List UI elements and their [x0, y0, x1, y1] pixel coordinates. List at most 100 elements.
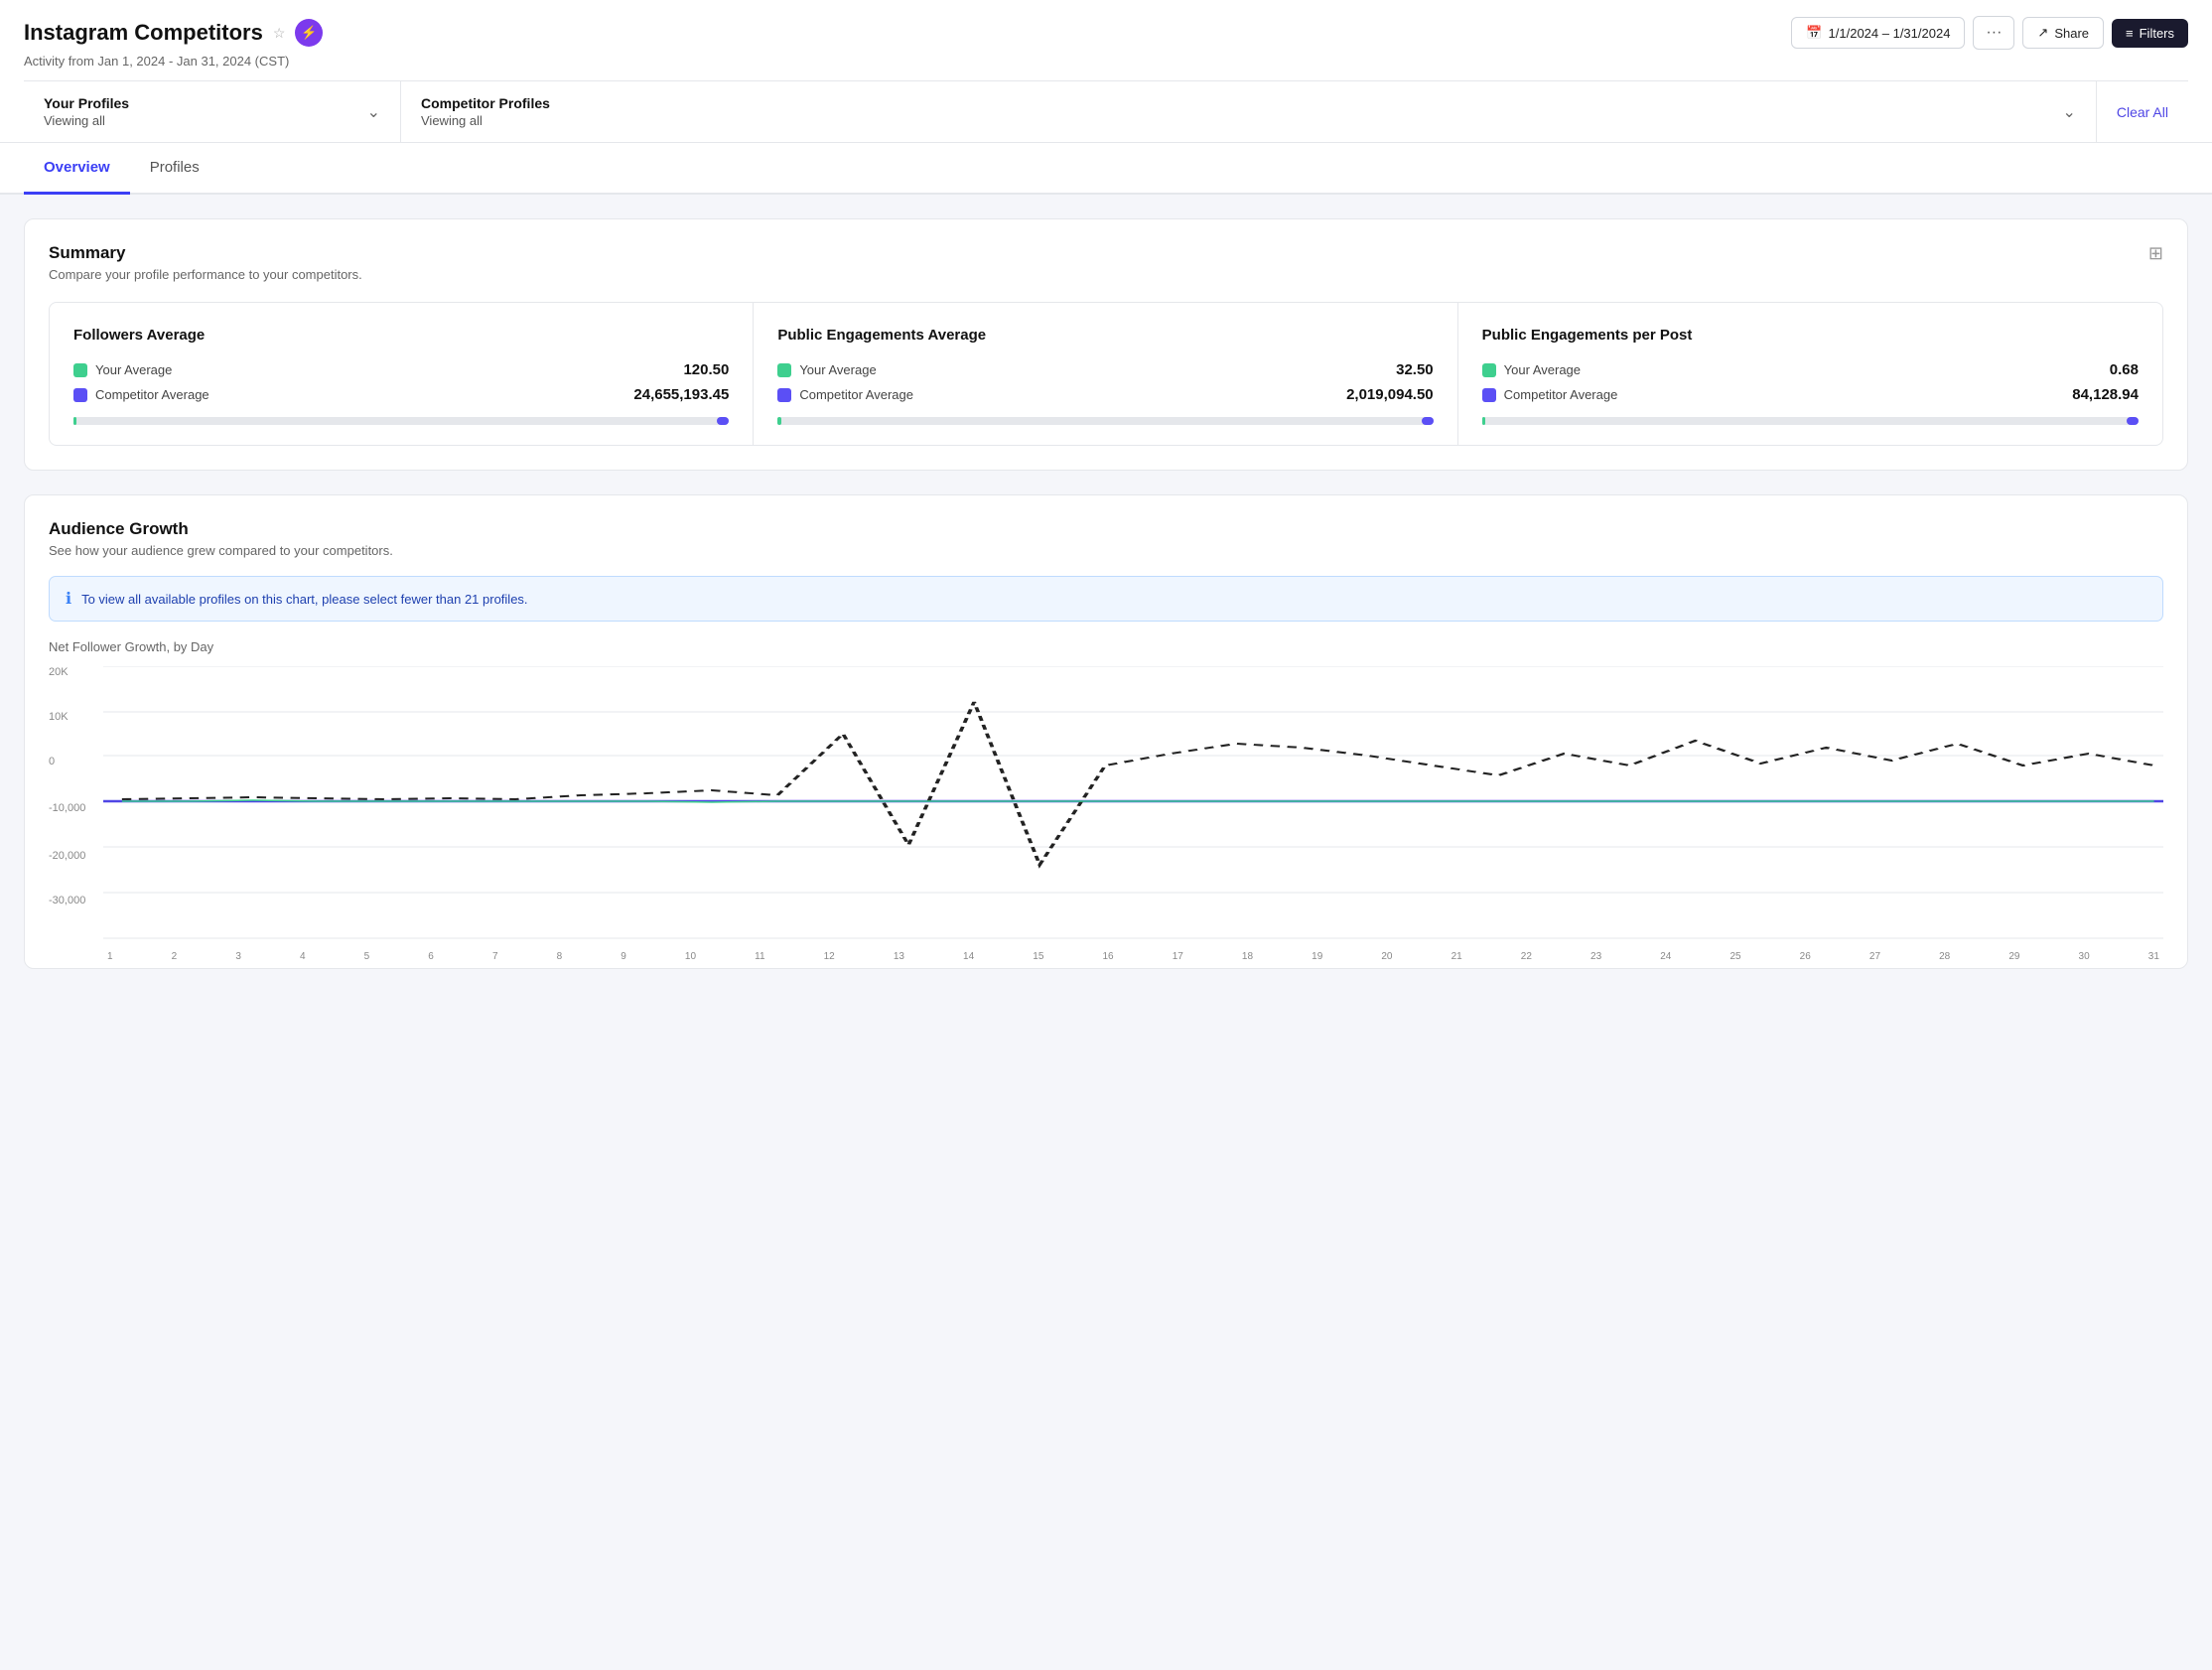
x-label: 26 — [1800, 951, 1811, 962]
engagements-progress-bar — [777, 417, 1433, 425]
chevron-down-icon: ⌄ — [367, 102, 380, 122]
line-chart-svg — [103, 666, 2163, 944]
summary-card-header: Summary Compare your profile performance… — [49, 243, 2163, 282]
x-label: 25 — [1729, 951, 1740, 962]
x-label: 7 — [492, 951, 498, 962]
your-profiles-sub: Viewing all — [44, 113, 129, 128]
summary-card: Summary Compare your profile performance… — [24, 218, 2188, 471]
x-label: 22 — [1521, 951, 1532, 962]
x-label: 29 — [2008, 951, 2019, 962]
engagements-comp-value: 2,019,094.50 — [1346, 386, 1434, 403]
x-label: 16 — [1102, 951, 1113, 962]
x-label: 28 — [1939, 951, 1950, 962]
x-label: 15 — [1033, 951, 1043, 962]
epp-your-dot — [1482, 363, 1496, 377]
your-average-dot — [73, 363, 87, 377]
followers-average-cell: Followers Average Your Average 120.50 Co… — [50, 303, 754, 445]
x-label: 17 — [1173, 951, 1183, 962]
clear-all-link[interactable]: Clear All — [2097, 90, 2188, 134]
x-label: 31 — [2148, 951, 2159, 962]
y-label-neg10k: -10,000 — [49, 802, 85, 814]
your-profiles-label: Your Profiles — [44, 95, 129, 111]
eng-per-post-comp-value: 84,128.94 — [2072, 386, 2139, 403]
your-profiles-filter[interactable]: Your Profiles Viewing all ⌄ — [24, 81, 401, 142]
competitor-profiles-sub: Viewing all — [421, 113, 550, 128]
x-label: 6 — [428, 951, 434, 962]
y-label-10k: 10K — [49, 711, 69, 723]
x-label: 4 — [300, 951, 306, 962]
engagements-average-cell: Public Engagements Average Your Average … — [754, 303, 1457, 445]
x-label: 23 — [1590, 951, 1601, 962]
followers-your-row: Your Average 120.50 — [73, 361, 729, 378]
page-title: Instagram Competitors — [24, 20, 263, 46]
eng-per-post-comp-row: Competitor Average 84,128.94 — [1482, 386, 2139, 403]
tab-overview[interactable]: Overview — [24, 143, 130, 195]
eng-per-post-your-row: Your Average 0.68 — [1482, 361, 2139, 378]
filters-button[interactable]: ≡ Filters — [2112, 19, 2188, 48]
filter-bar: Your Profiles Viewing all ⌄ Competitor P… — [24, 80, 2188, 142]
x-label: 12 — [824, 951, 835, 962]
x-label: 2 — [172, 951, 178, 962]
page-header: Instagram Competitors ☆ ⚡ 📅 1/1/2024 – 1… — [0, 0, 2212, 143]
y-label-neg20k: -20,000 — [49, 850, 85, 862]
share-icon: ↗ — [2037, 25, 2048, 41]
x-label: 30 — [2079, 951, 2090, 962]
calendar-icon: 📅 — [1806, 25, 1822, 41]
competitor-profiles-filter[interactable]: Competitor Profiles Viewing all ⌄ — [401, 81, 2097, 142]
x-label: 27 — [1869, 951, 1880, 962]
x-label: 18 — [1242, 951, 1253, 962]
y-axis: 20K 10K 0 -10,000 -20,000 -30,000 — [49, 666, 103, 944]
summary-grid: Followers Average Your Average 120.50 Co… — [49, 302, 2163, 446]
engagements-title: Public Engagements Average — [777, 327, 1433, 344]
eng-per-post-progress-bar — [1482, 417, 2139, 425]
x-label: 8 — [557, 951, 563, 962]
eng-per-post-comp-label: Competitor Average — [1504, 387, 1618, 402]
main-content: Summary Compare your profile performance… — [0, 195, 2212, 993]
engagements-comp-label: Competitor Average — [799, 387, 913, 402]
x-label: 5 — [364, 951, 370, 962]
summary-subtitle: Compare your profile performance to your… — [49, 267, 362, 282]
x-label: 1 — [107, 951, 113, 962]
summary-title: Summary — [49, 243, 362, 263]
x-label: 10 — [685, 951, 696, 962]
more-options-button[interactable]: ··· — [1973, 16, 2014, 50]
info-banner-text: To view all available profiles on this c… — [81, 592, 527, 607]
x-label: 21 — [1452, 951, 1462, 962]
star-icon[interactable]: ☆ — [273, 25, 286, 42]
engagements-per-post-cell: Public Engagements per Post Your Average… — [1458, 303, 2162, 445]
title-row: Instagram Competitors ☆ ⚡ — [24, 19, 323, 47]
x-axis: 1 2 3 4 5 6 7 8 9 10 11 12 13 14 15 16 1 — [103, 951, 2163, 962]
competitor-profiles-label: Competitor Profiles — [421, 95, 550, 111]
followers-your-label: Your Average — [95, 362, 172, 377]
audience-title: Audience Growth — [49, 519, 2163, 539]
followers-comp-value: 24,655,193.45 — [633, 386, 729, 403]
x-label: 11 — [755, 951, 764, 962]
followers-your-value: 120.50 — [683, 361, 729, 378]
engagements-your-label: Your Average — [799, 362, 876, 377]
chart-container: 20K 10K 0 -10,000 -20,000 -30,000 — [49, 666, 2163, 944]
x-label: 9 — [621, 951, 626, 962]
engagements-your-row: Your Average 32.50 — [777, 361, 1433, 378]
x-label: 20 — [1381, 951, 1392, 962]
bolt-icon[interactable]: ⚡ — [295, 19, 323, 47]
chart-label: Net Follower Growth, by Day — [49, 639, 2163, 654]
comp-average-dot — [73, 388, 87, 402]
x-label: 19 — [1312, 951, 1322, 962]
followers-title: Followers Average — [73, 327, 729, 344]
audience-subtitle: See how your audience grew compared to y… — [49, 543, 2163, 558]
y-label-20k: 20K — [49, 666, 69, 678]
share-button[interactable]: ↗ Share — [2022, 17, 2104, 49]
info-banner: ℹ To view all available profiles on this… — [49, 576, 2163, 622]
x-label: 13 — [894, 951, 904, 962]
audience-growth-card: Audience Growth See how your audience gr… — [24, 494, 2188, 969]
chart-svg-area: 1 2 3 4 5 6 7 8 9 10 11 12 13 14 15 16 1 — [103, 666, 2163, 944]
x-label: 14 — [963, 951, 974, 962]
tab-profiles[interactable]: Profiles — [130, 143, 219, 195]
grid-icon[interactable]: ⊞ — [2148, 243, 2163, 264]
eng-per-post-your-value: 0.68 — [2110, 361, 2139, 378]
date-range-button[interactable]: 📅 1/1/2024 – 1/31/2024 — [1791, 17, 1965, 49]
header-top: Instagram Competitors ☆ ⚡ 📅 1/1/2024 – 1… — [24, 16, 2188, 50]
eng-per-post-title: Public Engagements per Post — [1482, 327, 2139, 344]
engagements-comp-row: Competitor Average 2,019,094.50 — [777, 386, 1433, 403]
x-label: 24 — [1660, 951, 1671, 962]
